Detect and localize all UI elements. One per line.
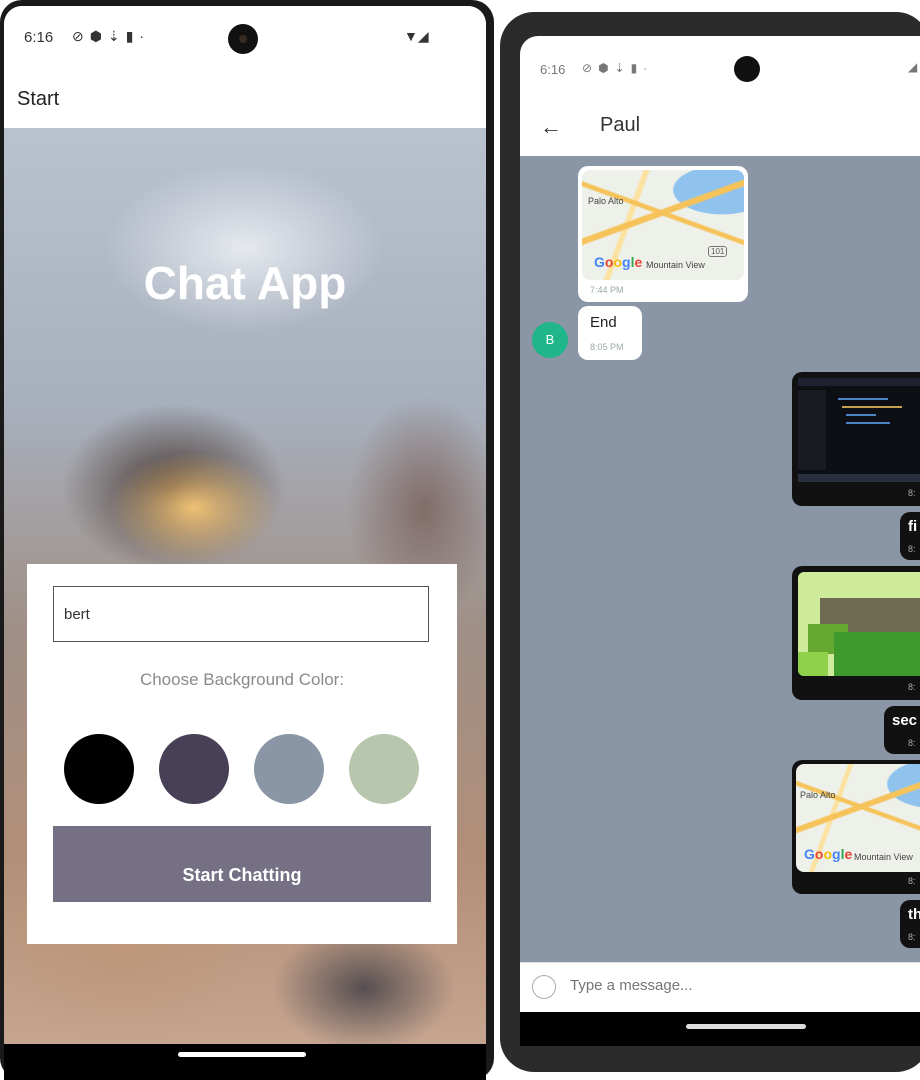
message-input[interactable] xyxy=(570,977,870,994)
status-icons: ⊘⬢⇣▮· xyxy=(72,28,150,45)
home-handle[interactable] xyxy=(686,1024,806,1029)
text-message[interactable]: fi 8: xyxy=(900,512,920,560)
map-message[interactable]: Palo Alto Google Mountain View 8: xyxy=(792,760,920,894)
message-time: 8: xyxy=(908,738,916,748)
screenshot-taskbar xyxy=(798,474,920,482)
status-time: 6:16 xyxy=(540,62,566,77)
app-title: Chat App xyxy=(143,257,347,309)
chat-title: Paul xyxy=(600,114,641,136)
image-message[interactable]: 8: xyxy=(792,566,920,700)
message-list[interactable]: Palo Alto 101 Google Mountain View 7:44 … xyxy=(520,156,920,962)
text-message[interactable]: th 8: xyxy=(900,900,920,948)
shield-icon: ⬢ xyxy=(598,61,615,75)
message-time: 8: xyxy=(908,932,916,942)
actions-icon[interactable] xyxy=(532,975,556,999)
status-right-icons: ▼◢ xyxy=(404,28,429,45)
name-input[interactable] xyxy=(53,586,429,642)
screenshot-titlebar xyxy=(798,378,920,386)
map-place-label: Mountain View xyxy=(854,852,913,862)
status-icons: ⊘⬢⇣▮· xyxy=(582,61,653,75)
avatar[interactable]: B xyxy=(532,322,568,358)
text-message[interactable]: sec 8: xyxy=(884,706,920,754)
message-time: 8: xyxy=(908,544,916,554)
background-image: Chat App Choose Background Color: Start … xyxy=(4,128,486,1044)
screenshot-image[interactable] xyxy=(798,378,920,482)
start-screen: 6:16 ⊘⬢⇣▮· ▼◢ Start Chat App Choose Back… xyxy=(4,6,486,1044)
chat-screen: 6:16 ⊘⬢⇣▮· ◢ ← Paul Palo Alto 101 Google… xyxy=(520,36,920,1046)
shield-icon: ⬢ xyxy=(89,28,108,44)
message-text: th xyxy=(908,906,920,923)
code-line xyxy=(842,406,902,408)
code-line xyxy=(846,414,876,416)
choose-color-label: Choose Background Color: xyxy=(139,670,345,689)
color-swatch-purple[interactable] xyxy=(159,734,229,804)
message-time: 8: xyxy=(908,682,916,692)
highway-shield: 101 xyxy=(708,246,728,257)
usb-icon: ⇣ xyxy=(614,61,631,75)
map-image[interactable]: Palo Alto Google Mountain View xyxy=(796,764,920,872)
code-line xyxy=(846,422,890,424)
message-text: sec xyxy=(892,712,918,729)
chat-app-bar: ← Paul xyxy=(520,96,920,156)
signal-icon: ◢ xyxy=(908,60,918,74)
shield-off-icon: ⊘ xyxy=(582,61,599,75)
map-city-label: Palo Alto xyxy=(800,790,836,800)
message-time: 8: xyxy=(908,488,916,498)
text-message[interactable]: End 8:05 PM xyxy=(578,306,642,360)
pixel-block xyxy=(834,632,920,676)
app-bar-title: Start xyxy=(17,88,60,110)
navigation-bar xyxy=(520,1012,920,1046)
shield-off-icon: ⊘ xyxy=(72,28,90,44)
dot-icon: · xyxy=(643,61,654,75)
code-line xyxy=(838,398,888,400)
image-message[interactable]: 8: xyxy=(792,372,920,506)
app-bar: Start xyxy=(4,66,486,128)
google-logo: Google xyxy=(594,254,643,270)
pixel-art-image[interactable] xyxy=(798,572,920,676)
start-form: Choose Background Color: Start Chatting xyxy=(27,564,457,944)
composer-bar xyxy=(520,962,920,1013)
map-place-label: Mountain View xyxy=(646,260,705,270)
map-city-label: Palo Alto xyxy=(588,196,624,206)
sim-card-icon: ▮ xyxy=(125,28,140,44)
google-logo: Google xyxy=(804,846,853,862)
message-time: 7:44 PM xyxy=(590,285,624,295)
status-time: 6:16 xyxy=(24,29,54,46)
front-camera xyxy=(228,24,258,54)
color-swatch-grey[interactable] xyxy=(254,734,324,804)
navigation-bar xyxy=(4,1044,486,1080)
map-message[interactable]: Palo Alto 101 Google Mountain View 7:44 … xyxy=(578,166,748,302)
pixel-block xyxy=(798,652,828,676)
color-swatch-black[interactable] xyxy=(64,734,134,804)
home-handle[interactable] xyxy=(178,1052,306,1057)
dot-icon: · xyxy=(139,28,151,44)
screenshot-sidebar xyxy=(798,390,826,470)
message-time: 8:05 PM xyxy=(590,342,624,352)
map-image[interactable]: Palo Alto 101 Google Mountain View xyxy=(582,170,744,280)
message-text: End xyxy=(590,314,617,331)
usb-icon: ⇣ xyxy=(107,28,126,44)
wifi-icon: ▼ xyxy=(404,28,418,44)
front-camera xyxy=(734,56,760,82)
message-text: fi xyxy=(908,518,918,535)
back-arrow-icon[interactable]: ← xyxy=(540,114,562,140)
status-bar: 6:16 ⊘⬢⇣▮· ▼◢ xyxy=(4,6,486,66)
sim-card-icon: ▮ xyxy=(630,61,644,75)
color-swatch-green[interactable] xyxy=(349,734,419,804)
start-chatting-button[interactable]: Start Chatting xyxy=(53,826,431,902)
signal-icon: ◢ xyxy=(417,28,429,44)
message-time: 8: xyxy=(908,876,916,886)
